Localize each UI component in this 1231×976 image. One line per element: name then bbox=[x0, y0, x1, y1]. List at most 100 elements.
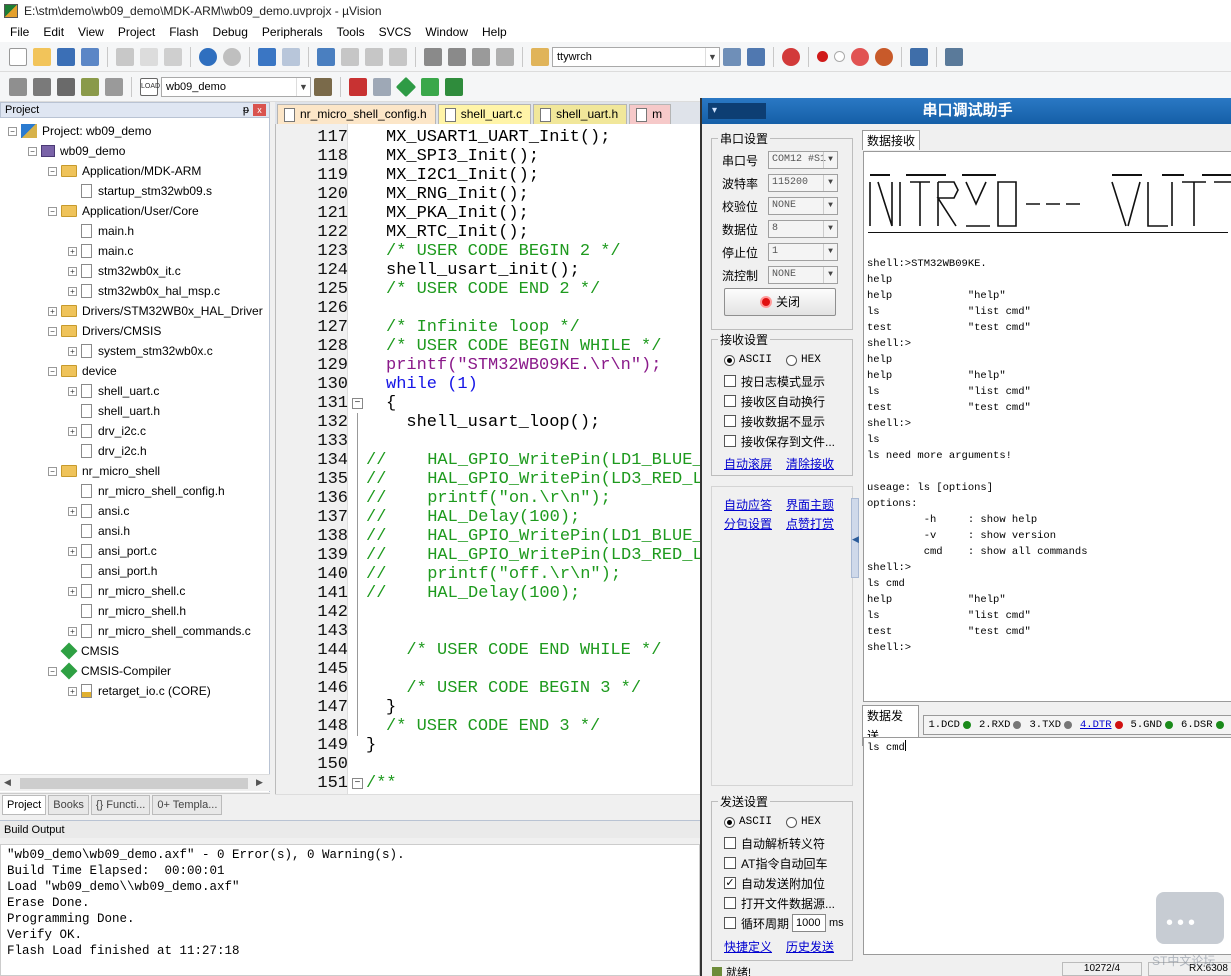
recv-tab[interactable]: 数据接收 bbox=[862, 130, 921, 150]
expand-icon[interactable]: + bbox=[68, 346, 77, 356]
chevron-down-icon[interactable]: ▼ bbox=[823, 221, 837, 237]
send-option[interactable]: AT指令自动回车 bbox=[724, 853, 827, 873]
manage-rte-icon[interactable] bbox=[395, 76, 417, 97]
redo-icon[interactable] bbox=[223, 47, 241, 66]
tree-item[interactable]: − CMSIS-Compiler bbox=[48, 661, 171, 681]
expand-icon[interactable]: + bbox=[68, 386, 77, 396]
copy-icon[interactable] bbox=[140, 47, 158, 66]
panel-tab[interactable]: 0+ Templa... bbox=[152, 794, 223, 815]
recv-option[interactable]: 按日志模式显示 bbox=[724, 371, 825, 391]
tree-item[interactable]: + drv_i2c.c bbox=[68, 421, 146, 441]
collapse-panel-handle[interactable]: ◀ bbox=[851, 498, 859, 578]
send-option[interactable]: 自动解析转义符 bbox=[724, 833, 825, 853]
auto-scroll-link[interactable]: 自动滚屏 bbox=[724, 455, 772, 472]
prev-bookmark-icon[interactable] bbox=[341, 47, 359, 66]
editor-horizontal-scrollbar[interactable] bbox=[275, 794, 700, 810]
kill-breakpoints-icon[interactable] bbox=[851, 47, 869, 66]
chevron-down-icon[interactable]: ▼ bbox=[296, 77, 310, 96]
save-icon[interactable] bbox=[57, 47, 75, 66]
rebuild-icon[interactable] bbox=[57, 77, 75, 96]
send-hex-radio[interactable] bbox=[786, 816, 798, 828]
editor-tab[interactable]: shell_uart.h bbox=[533, 104, 628, 124]
recv-option[interactable]: 接收数据不显示 bbox=[724, 411, 825, 431]
undo-icon[interactable] bbox=[199, 47, 217, 66]
scroll-right-icon[interactable]: ▶ bbox=[256, 777, 263, 788]
menu-debug[interactable]: Debug bbox=[206, 22, 255, 42]
fold-toggle-icon[interactable]: − bbox=[352, 398, 363, 409]
recv-option-checkbox[interactable] bbox=[724, 375, 736, 387]
menu-flash[interactable]: Flash bbox=[162, 22, 205, 42]
scroll-left-icon[interactable]: ◀ bbox=[4, 777, 11, 788]
tree-item[interactable]: − Drivers/CMSIS bbox=[48, 321, 161, 341]
send-option-checkbox[interactable]: ✓ bbox=[724, 877, 736, 889]
recv-option[interactable]: 接收保存到文件... bbox=[724, 431, 835, 451]
tree-item[interactable]: + ansi.c bbox=[68, 501, 129, 521]
component-icon[interactable] bbox=[445, 77, 463, 96]
bookmark-icon[interactable] bbox=[317, 47, 335, 66]
recv-option-checkbox[interactable] bbox=[724, 415, 736, 427]
pin-status[interactable]: 3.TXD bbox=[1029, 719, 1072, 731]
expand-icon[interactable]: + bbox=[68, 586, 77, 596]
paste-icon[interactable] bbox=[164, 47, 182, 66]
chevron-down-icon[interactable]: ▼ bbox=[705, 47, 719, 66]
tree-item[interactable]: − Application/User/Core bbox=[48, 201, 199, 221]
port-field-select[interactable]: COM12 #S1 ▼ bbox=[768, 151, 838, 169]
port-field-select[interactable]: 1 ▼ bbox=[768, 243, 838, 261]
loop-send-checkbox[interactable] bbox=[724, 917, 736, 929]
tree-item[interactable]: − Application/MDK-ARM bbox=[48, 161, 201, 181]
serial-app-menu[interactable]: ▾ bbox=[708, 103, 766, 119]
send-option-checkbox[interactable] bbox=[724, 897, 736, 909]
recv-option[interactable]: 接收区自动换行 bbox=[724, 391, 825, 411]
tree-item[interactable]: startup_stm32wb09.s bbox=[68, 181, 212, 201]
menu-tools[interactable]: Tools bbox=[330, 22, 372, 42]
port-field-select[interactable]: NONE ▼ bbox=[768, 197, 838, 215]
incremental-find-icon[interactable] bbox=[723, 47, 741, 66]
pin-status[interactable]: 6.DSR bbox=[1181, 719, 1224, 731]
menu-window[interactable]: Window bbox=[418, 22, 475, 42]
editor-tab[interactable]: shell_uart.c bbox=[437, 104, 532, 124]
editor-tab[interactable]: nr_micro_shell_config.h bbox=[277, 104, 436, 124]
recv-option-checkbox[interactable] bbox=[724, 435, 736, 447]
port-field-select[interactable]: 115200 ▼ bbox=[768, 174, 838, 192]
tree-item[interactable]: − Project: wb09_demo bbox=[8, 121, 151, 141]
expand-icon[interactable]: + bbox=[68, 506, 77, 516]
theme-link[interactable]: 界面主题 bbox=[786, 496, 834, 513]
find-in-files-icon[interactable] bbox=[531, 47, 549, 66]
disable-breakpoint-icon[interactable] bbox=[834, 51, 845, 62]
recv-ascii-radio[interactable] bbox=[724, 354, 735, 366]
panel-tab[interactable]: {} Functi... bbox=[90, 794, 151, 815]
tree-item[interactable]: + retarget_io.c (CORE) bbox=[68, 681, 211, 701]
tree-item[interactable]: drv_i2c.h bbox=[68, 441, 147, 461]
nav-back-icon[interactable] bbox=[258, 47, 276, 66]
wrench-icon[interactable] bbox=[945, 47, 963, 66]
new-file-icon[interactable] bbox=[9, 47, 27, 66]
recv-hex-radio[interactable] bbox=[786, 354, 798, 366]
tree-item[interactable]: + nr_micro_shell.c bbox=[68, 581, 185, 601]
pin-icon[interactable]: ᵽ bbox=[243, 103, 249, 117]
history-link[interactable]: 历史发送 bbox=[786, 938, 834, 955]
uncomment-icon[interactable] bbox=[496, 47, 514, 66]
expand-icon[interactable]: + bbox=[48, 306, 57, 316]
send-option-checkbox[interactable] bbox=[724, 837, 736, 849]
tree-item[interactable]: nr_micro_shell_config.h bbox=[68, 481, 225, 501]
tree-item[interactable]: CMSIS bbox=[48, 641, 119, 661]
tree-item[interactable]: + system_stm32wb0x.c bbox=[68, 341, 213, 361]
project-horizontal-scrollbar[interactable]: ◀ ▶ bbox=[0, 774, 270, 791]
tree-item[interactable]: + shell_uart.c bbox=[68, 381, 159, 401]
menu-svcs[interactable]: SVCS bbox=[372, 22, 419, 42]
send-ascii-radio[interactable] bbox=[724, 816, 735, 828]
expand-icon[interactable]: + bbox=[68, 286, 77, 296]
collapse-icon[interactable]: − bbox=[48, 166, 57, 176]
comment-icon[interactable] bbox=[472, 47, 490, 66]
send-option[interactable]: ✓ 自动发送附加位 bbox=[724, 873, 825, 893]
tree-item[interactable]: + Drivers/STM32WB0x_HAL_Driver bbox=[48, 301, 263, 321]
cut-icon[interactable] bbox=[116, 47, 134, 66]
save-all-icon[interactable] bbox=[81, 47, 99, 66]
chevron-down-icon[interactable]: ▼ bbox=[823, 267, 837, 283]
find-combo[interactable]: ttywrch ▼ bbox=[552, 46, 720, 67]
collapse-icon[interactable]: − bbox=[28, 146, 37, 156]
menu-edit[interactable]: Edit bbox=[36, 22, 71, 42]
auto-reply-link[interactable]: 自动应答 bbox=[724, 496, 772, 513]
send-option-checkbox[interactable] bbox=[724, 857, 736, 869]
expand-icon[interactable]: + bbox=[68, 686, 77, 696]
